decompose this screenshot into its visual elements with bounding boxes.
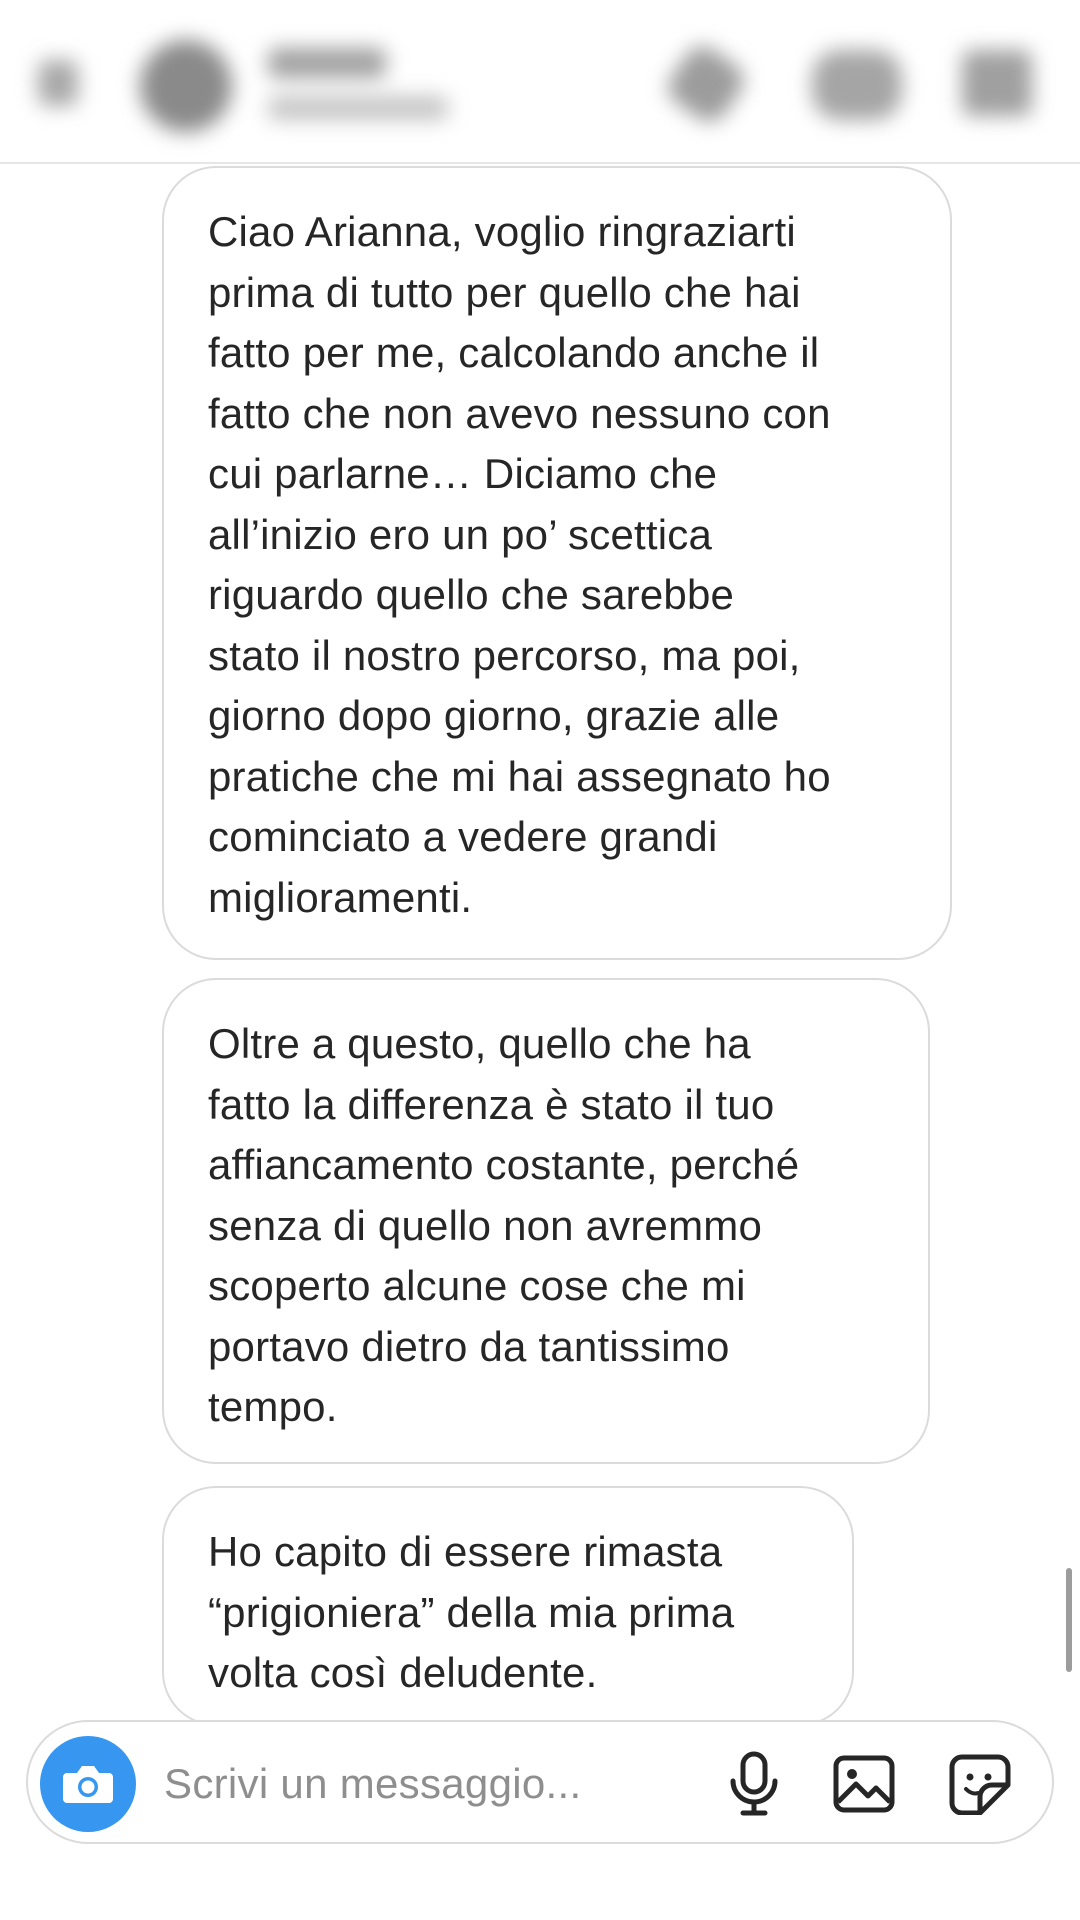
contact-name[interactable]: [268, 48, 386, 78]
microphone-icon: [730, 1751, 778, 1816]
video-icon[interactable]: [812, 50, 902, 120]
microphone-button[interactable]: [720, 1750, 788, 1818]
camera-icon: [63, 1766, 113, 1803]
gallery-button[interactable]: [830, 1750, 898, 1818]
image-gallery-icon: [833, 1755, 895, 1813]
chat-header: [0, 0, 1080, 164]
message-composer: Scrivi un messaggio...: [26, 1720, 1054, 1844]
flag-icon[interactable]: [962, 50, 1032, 116]
message-input[interactable]: Scrivi un messaggio...: [164, 1756, 581, 1812]
sticker-button[interactable]: [946, 1750, 1014, 1818]
message-bubble[interactable]: Oltre a questo, quello che ha fatto la d…: [162, 978, 930, 1464]
scrollbar[interactable]: [1066, 1568, 1072, 1672]
phone-icon[interactable]: [661, 39, 751, 129]
sticker-icon: [949, 1754, 1011, 1815]
camera-button[interactable]: [40, 1736, 136, 1832]
message-bubble[interactable]: Ho capito di essere rimasta “prigioniera…: [162, 1486, 854, 1726]
blurred-header-content: [0, 0, 1080, 162]
back-icon[interactable]: [38, 60, 78, 106]
avatar[interactable]: [140, 40, 232, 132]
message-bubble[interactable]: Ciao Arianna, voglio ringraziarti prima …: [162, 166, 952, 960]
contact-status: [268, 96, 448, 120]
